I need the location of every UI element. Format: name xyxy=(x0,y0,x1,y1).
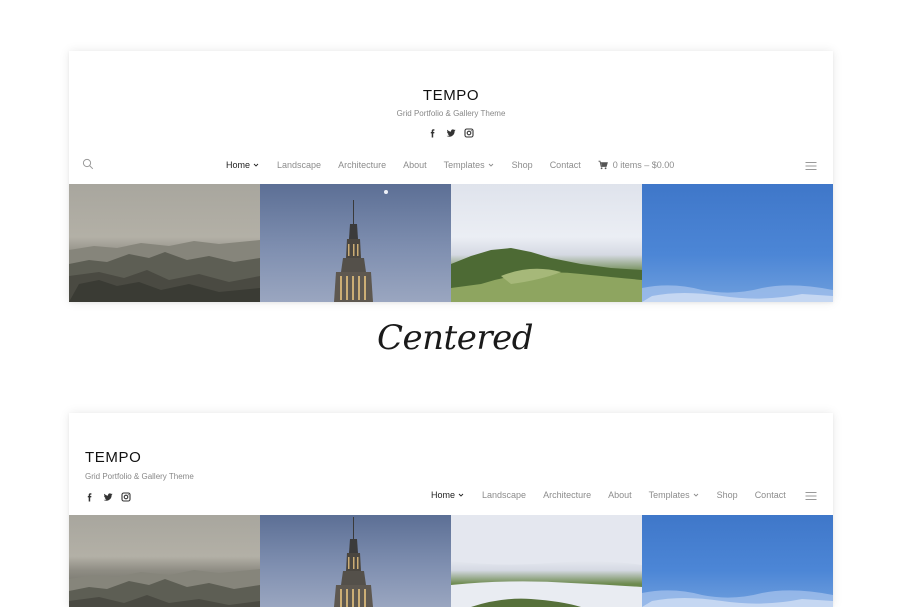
nav-item-shop[interactable]: Shop xyxy=(717,490,738,500)
nav-item-architecture[interactable]: Architecture xyxy=(543,490,591,500)
empire-state-building-image[interactable] xyxy=(260,515,451,607)
landscape-mountains-image[interactable] xyxy=(69,515,260,607)
social-links xyxy=(428,128,474,138)
green-hill-clouds-image[interactable] xyxy=(451,184,642,302)
cart-icon xyxy=(598,160,608,170)
site-tagline: Grid Portfolio & Gallery Theme xyxy=(85,472,194,481)
chevron-down-icon xyxy=(692,491,700,499)
nav-label-templates: Templates xyxy=(648,490,690,500)
chevron-down-icon xyxy=(252,161,260,169)
main-nav: Home Landscape Architecture About Templa… xyxy=(431,489,786,501)
menu-icon[interactable] xyxy=(805,160,817,172)
nav-item-templates[interactable]: Templates xyxy=(444,160,495,170)
image-gallery xyxy=(69,515,833,607)
landscape-mountains-image[interactable] xyxy=(69,184,260,302)
site-title[interactable]: TEMPO xyxy=(85,449,141,466)
twitter-icon[interactable] xyxy=(103,492,113,502)
instagram-icon[interactable] xyxy=(121,492,131,502)
left-aligned-layout-preview: TEMPO Grid Portfolio & Gallery Theme Hom… xyxy=(69,413,833,607)
empire-state-building-image[interactable] xyxy=(260,184,451,302)
layout-caption: Centered xyxy=(377,318,533,358)
nav-item-about[interactable]: About xyxy=(608,490,632,500)
nav-item-contact[interactable]: Contact xyxy=(755,490,786,500)
instagram-icon[interactable] xyxy=(464,128,474,138)
facebook-icon[interactable] xyxy=(428,128,438,138)
social-links xyxy=(85,492,131,502)
chevron-down-icon xyxy=(487,161,495,169)
nav-item-about[interactable]: About xyxy=(403,160,427,170)
nav-item-landscape[interactable]: Landscape xyxy=(277,160,321,170)
nav-item-home[interactable]: Home xyxy=(226,160,260,170)
nav-item-architecture[interactable]: Architecture xyxy=(338,160,386,170)
twitter-icon[interactable] xyxy=(446,128,456,138)
cart-summary: 0 items – $0.00 xyxy=(612,160,675,170)
menu-icon[interactable] xyxy=(805,490,817,502)
search-icon[interactable] xyxy=(82,158,94,170)
green-hill-clouds-image[interactable] xyxy=(451,515,642,607)
image-gallery xyxy=(69,184,833,302)
chevron-down-icon xyxy=(457,491,465,499)
nav-item-shop[interactable]: Shop xyxy=(512,160,533,170)
nav-item-templates[interactable]: Templates xyxy=(649,490,700,500)
nav-label-home: Home xyxy=(431,490,456,500)
facebook-icon[interactable] xyxy=(85,492,95,502)
blue-sky-image[interactable] xyxy=(642,184,833,302)
nav-item-contact[interactable]: Contact xyxy=(550,160,581,170)
nav-item-home[interactable]: Home xyxy=(431,490,465,500)
blue-sky-image[interactable] xyxy=(642,515,833,607)
nav-label-templates: Templates xyxy=(443,160,485,170)
site-tagline: Grid Portfolio & Gallery Theme xyxy=(396,109,506,118)
centered-layout-preview: TEMPO Grid Portfolio & Gallery Theme Hom… xyxy=(69,51,833,302)
main-nav: Home Landscape Architecture About Templa… xyxy=(226,159,674,171)
cart-link[interactable]: 0 items – $0.00 xyxy=(598,160,675,170)
site-title[interactable]: TEMPO xyxy=(69,87,833,104)
nav-item-landscape[interactable]: Landscape xyxy=(482,490,526,500)
nav-label-home: Home xyxy=(226,160,251,170)
